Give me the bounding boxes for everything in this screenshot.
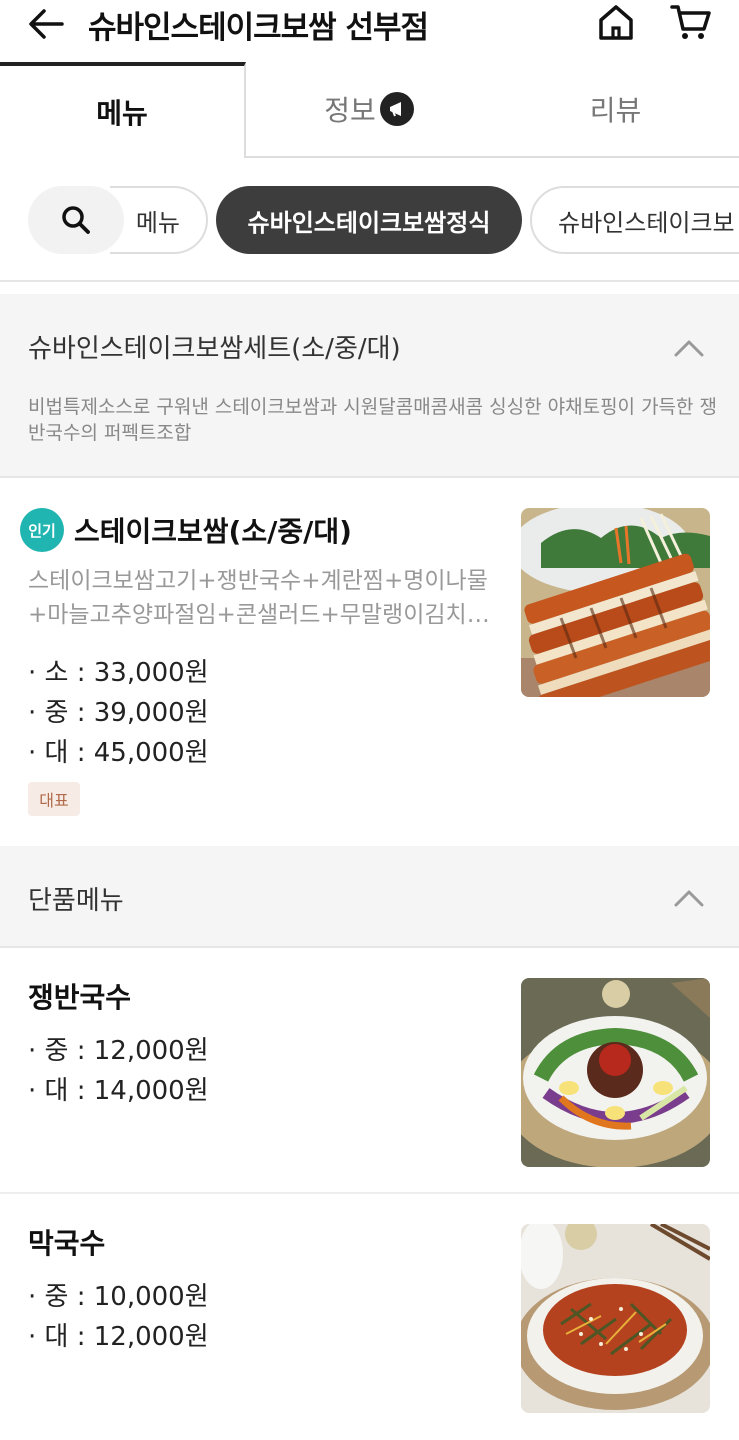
section-gap (0, 282, 739, 294)
back-button[interactable] (24, 4, 68, 44)
price-medium: · 중 : 10,000원 (28, 1282, 209, 1312)
chip-next-label: 슈바인스테이크보 (558, 208, 735, 237)
chip-active-label: 슈바인스테이크보쌈정식 (247, 208, 491, 237)
tab-menu[interactable]: 메뉴 (0, 62, 246, 158)
search-icon (62, 206, 90, 234)
price-large: · 대 : 45,000원 (28, 738, 209, 768)
app-header: 슈바인스테이크보쌈 선부점 (0, 0, 739, 62)
item-name: 막국수 (28, 1227, 106, 1260)
chip-steak-bossam-set[interactable]: 슈바인스테이크보쌈정식 (216, 186, 522, 254)
section-header-single[interactable]: 단품메뉴 (0, 846, 739, 948)
home-icon (599, 5, 633, 40)
chip-next-category[interactable]: 슈바인스테이크보 (530, 186, 739, 254)
category-chip-bar[interactable]: 메뉴 슈바인스테이크보쌈정식 슈바인스테이크보 (0, 158, 739, 282)
section-title: 단품메뉴 (28, 886, 124, 916)
item-name: 스테이크보쌈(소/중/대) (74, 515, 352, 548)
chip-menu[interactable]: 메뉴 (110, 186, 208, 254)
item-divider (0, 1192, 739, 1194)
item-name-row: 인기 스테이크보쌈(소/중/대) (20, 508, 352, 552)
chip-menu-label: 메뉴 (135, 208, 180, 237)
chevron-up-icon[interactable] (673, 338, 705, 358)
menu-search-button[interactable] (28, 186, 124, 254)
price-medium: · 중 : 39,000원 (28, 698, 209, 728)
tab-info[interactable]: 정보 (246, 62, 492, 158)
item-photo (521, 978, 710, 1167)
item-description: 스테이크보쌈고기+쟁반국수+계란찜+명이나물+마늘고추양파절임+콘샐러드+무말랭… (28, 568, 490, 628)
menu-item-steak-bossam[interactable]: 인기 스테이크보쌈(소/중/대) 스테이크보쌈고기+쟁반국수+계란찜+명이나물+… (0, 480, 739, 844)
store-title: 슈바인스테이크보쌈 선부점 (88, 10, 429, 46)
arrow-left-icon (29, 9, 64, 39)
chevron-up-icon[interactable] (673, 888, 705, 908)
section-header-set[interactable]: 슈바인스테이크보쌈세트(소/중/대) 비법특제소스로 구워낸 스테이크보쌈과 시… (0, 294, 739, 478)
item-photo (521, 1224, 710, 1413)
price-large: · 대 : 12,000원 (28, 1322, 209, 1352)
item-name: 쟁반국수 (28, 981, 132, 1014)
representative-tag: 대표 (28, 782, 80, 816)
tab-info-label: 정보 (324, 94, 376, 127)
megaphone-icon (379, 92, 414, 126)
tab-review-label: 리뷰 (589, 94, 642, 127)
tab-bar: 메뉴 정보 리뷰 (0, 62, 739, 158)
section-description: 비법특제소스로 구워낸 스테이크보쌈과 시원달콤매콤새콤 싱싱한 야채토핑이 가… (28, 396, 718, 444)
item-photo (521, 508, 710, 697)
cart-button[interactable] (668, 2, 714, 42)
tab-review[interactable]: 리뷰 (492, 62, 739, 158)
price-large: · 대 : 14,000원 (28, 1076, 209, 1106)
popular-badge: 인기 (20, 508, 64, 552)
section-title: 슈바인스테이크보쌈세트(소/중/대) (28, 334, 401, 364)
cart-icon (670, 5, 711, 39)
home-button[interactable] (594, 2, 638, 42)
tab-menu-label: 메뉴 (96, 97, 148, 130)
price-medium: · 중 : 12,000원 (28, 1036, 209, 1066)
menu-item-jaengban-guksu[interactable]: 쟁반국수 · 중 : 12,000원 · 대 : 14,000원 (0, 950, 739, 1194)
price-small: · 소 : 33,000원 (28, 658, 209, 688)
menu-item-makguksu[interactable]: 막국수 · 중 : 10,000원 · 대 : 12,000원 (0, 1196, 739, 1440)
